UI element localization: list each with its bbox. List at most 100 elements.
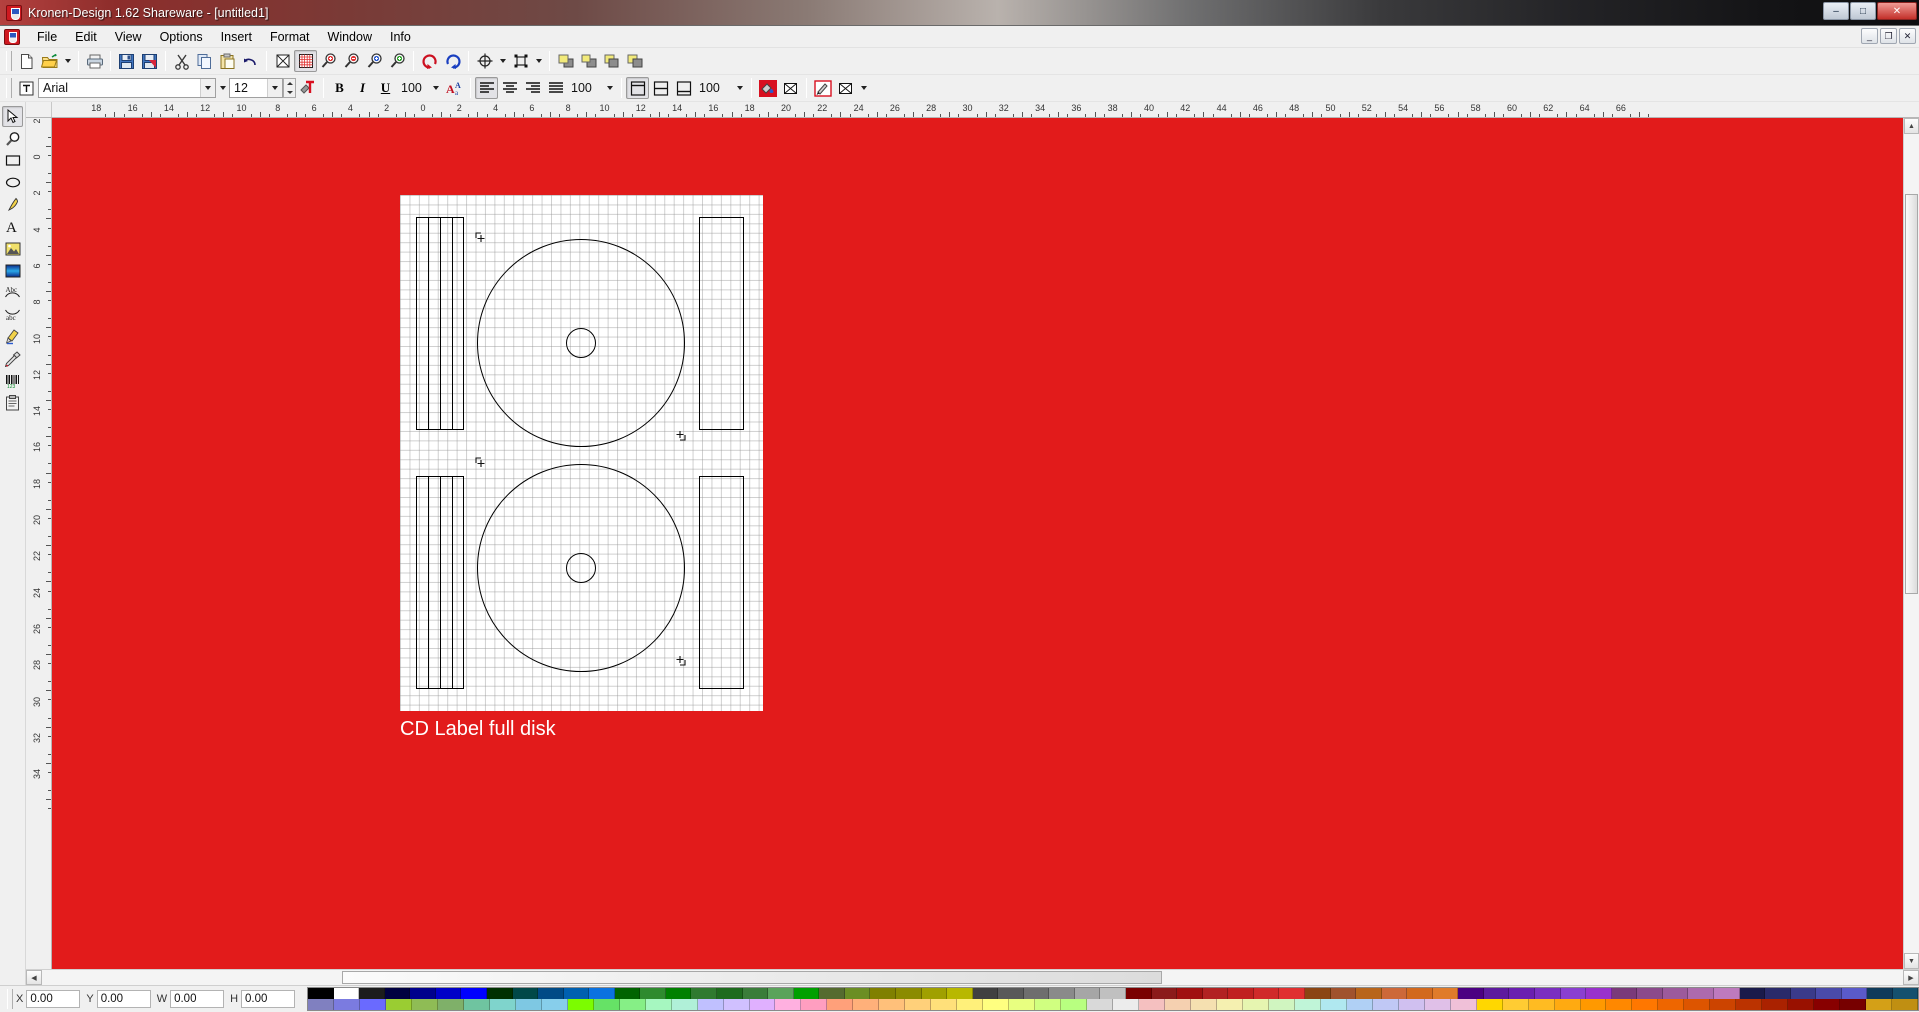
spine-strip-top[interactable] xyxy=(416,217,464,430)
color-swatch[interactable] xyxy=(1304,988,1331,999)
color-swatch[interactable] xyxy=(541,999,568,1010)
color-swatch[interactable] xyxy=(359,988,385,999)
tool-highlighter[interactable] xyxy=(2,326,23,347)
color-swatch[interactable] xyxy=(1320,999,1347,1010)
font-color-button[interactable] xyxy=(296,77,319,99)
color-swatch[interactable] xyxy=(1892,999,1919,1010)
valign-middle-button[interactable] xyxy=(649,77,672,99)
char-spacing-dropdown-icon[interactable] xyxy=(428,79,443,97)
color-swatch[interactable] xyxy=(879,999,906,1010)
color-swatch[interactable] xyxy=(1710,999,1737,1010)
tool-gradient[interactable] xyxy=(2,260,23,281)
color-swatch[interactable] xyxy=(671,999,698,1010)
align-target-button[interactable] xyxy=(473,50,496,72)
color-swatch[interactable] xyxy=(1372,999,1399,1010)
color-swatch[interactable] xyxy=(775,999,802,1010)
color-swatch[interactable] xyxy=(1502,999,1529,1010)
color-swatch[interactable] xyxy=(1535,988,1561,999)
fill-color-button[interactable] xyxy=(756,77,779,99)
scroll-right-button[interactable]: ▶ xyxy=(1903,970,1919,985)
no-line-button[interactable] xyxy=(834,77,857,99)
color-swatch[interactable] xyxy=(827,999,854,1010)
color-palette[interactable] xyxy=(307,987,1919,1011)
color-swatch[interactable] xyxy=(1113,999,1140,1010)
zoom-selection-button[interactable] xyxy=(386,50,409,72)
valign-bottom-button[interactable] xyxy=(672,77,695,99)
color-swatch[interactable] xyxy=(463,999,490,1010)
font-family-combo[interactable]: Arial xyxy=(38,78,216,98)
color-swatch[interactable] xyxy=(1840,999,1867,1010)
color-swatch[interactable] xyxy=(691,988,718,999)
color-swatch[interactable] xyxy=(1151,988,1178,999)
color-swatch[interactable] xyxy=(1713,988,1740,999)
color-swatch[interactable] xyxy=(801,999,828,1010)
color-swatch[interactable] xyxy=(461,988,487,999)
color-swatch[interactable] xyxy=(593,999,620,1010)
color-swatch[interactable] xyxy=(972,988,999,999)
color-swatch[interactable] xyxy=(489,999,516,1010)
side-strip-top[interactable] xyxy=(699,217,744,430)
zoom-out-button[interactable] xyxy=(340,50,363,72)
color-swatch[interactable] xyxy=(1458,988,1484,999)
color-swatch[interactable] xyxy=(1294,999,1321,1010)
color-swatch[interactable] xyxy=(1049,988,1075,999)
color-swatch[interactable] xyxy=(723,999,750,1010)
color-swatch[interactable] xyxy=(1684,999,1711,1010)
color-swatch[interactable] xyxy=(1450,999,1477,1010)
color-swatch[interactable] xyxy=(359,999,386,1010)
color-swatch[interactable] xyxy=(1841,988,1868,999)
menu-options[interactable]: Options xyxy=(151,28,212,46)
tool-select[interactable] xyxy=(2,106,23,127)
color-swatch[interactable] xyxy=(957,999,984,1010)
copy-button[interactable] xyxy=(193,50,216,72)
line-spacing-dropdown-icon[interactable] xyxy=(602,79,617,97)
font-size-stepper[interactable] xyxy=(283,78,296,98)
menu-view[interactable]: View xyxy=(106,28,151,46)
rotate-left-button[interactable] xyxy=(418,50,441,72)
color-swatch[interactable] xyxy=(1560,988,1587,999)
text-effects-button[interactable]: AAa xyxy=(443,77,466,99)
color-swatch[interactable] xyxy=(1867,988,1893,999)
scroll-down-button[interactable]: ▼ xyxy=(1904,953,1919,969)
cut-button[interactable] xyxy=(170,50,193,72)
color-swatch[interactable] xyxy=(614,988,641,999)
cd-hub-top[interactable] xyxy=(566,328,596,358)
color-swatch[interactable] xyxy=(1216,999,1243,1010)
color-swatch[interactable] xyxy=(665,988,692,999)
paste-button[interactable] xyxy=(216,50,239,72)
tool-image[interactable] xyxy=(2,238,23,259)
coord-x-value[interactable]: 0.00 xyxy=(26,990,81,1008)
color-swatch[interactable] xyxy=(1528,999,1555,1010)
vertical-scroll-thumb[interactable] xyxy=(1905,194,1918,594)
close-button[interactable]: ✕ xyxy=(1877,2,1917,20)
color-swatch[interactable] xyxy=(1586,988,1612,999)
color-swatch[interactable] xyxy=(1606,999,1633,1010)
color-swatch[interactable] xyxy=(1035,999,1062,1010)
color-swatch[interactable] xyxy=(697,999,724,1010)
coord-y-value[interactable]: 0.00 xyxy=(96,990,151,1008)
color-swatch[interactable] xyxy=(931,999,958,1010)
undo-button[interactable] xyxy=(239,50,262,72)
color-swatch[interactable] xyxy=(410,988,436,999)
toolbar-grip[interactable] xyxy=(6,78,12,98)
save-as-button[interactable] xyxy=(138,50,161,72)
color-swatch[interactable] xyxy=(1611,988,1638,999)
spine-strip-bottom[interactable] xyxy=(416,476,464,689)
color-swatch[interactable] xyxy=(1202,988,1229,999)
color-swatch[interactable] xyxy=(1509,988,1536,999)
color-swatch[interactable] xyxy=(1009,999,1036,1010)
color-swatch[interactable] xyxy=(1765,988,1791,999)
color-swatch[interactable] xyxy=(619,999,646,1010)
color-swatch[interactable] xyxy=(921,988,948,999)
color-swatch[interactable] xyxy=(1736,999,1763,1010)
color-swatch[interactable] xyxy=(853,999,880,1010)
menu-window[interactable]: Window xyxy=(319,28,381,46)
color-swatch[interactable] xyxy=(1100,988,1127,999)
font-size-dropdown-icon[interactable] xyxy=(267,79,282,97)
color-swatch[interactable] xyxy=(768,988,794,999)
vertical-scroll-track[interactable] xyxy=(1904,134,1919,953)
zoom-page-button[interactable] xyxy=(363,50,386,72)
color-swatch[interactable] xyxy=(1814,999,1841,1010)
font-style-dropdown[interactable] xyxy=(216,77,229,99)
align-center-button[interactable] xyxy=(498,77,521,99)
